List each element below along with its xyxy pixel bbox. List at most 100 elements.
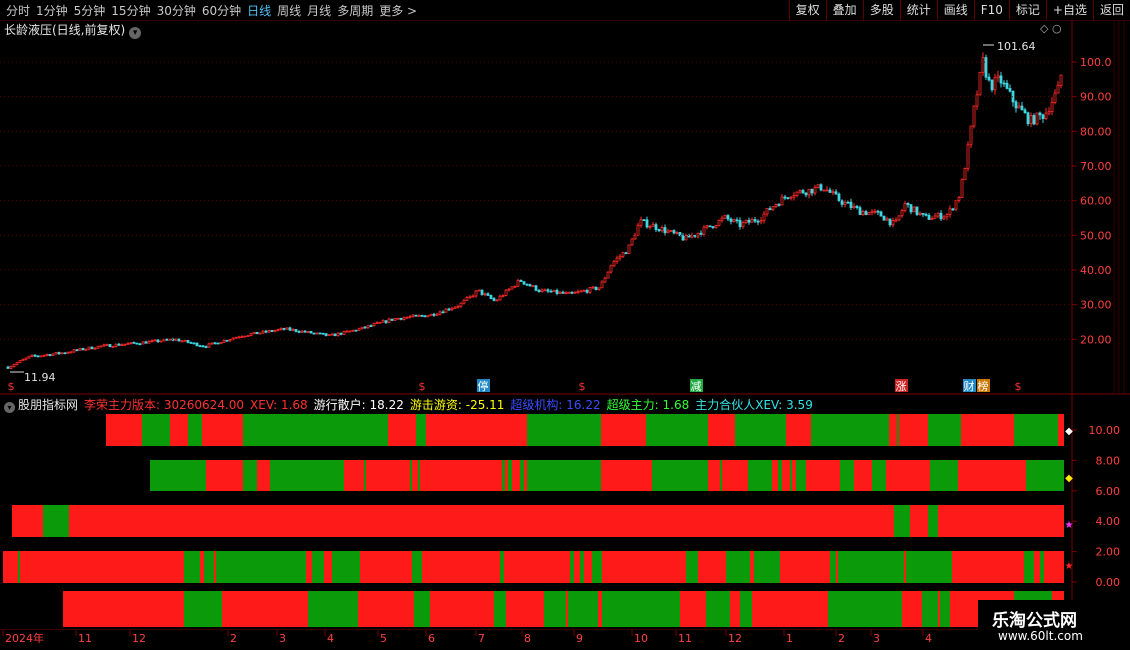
candle-body — [474, 290, 478, 297]
band-segment — [782, 460, 790, 491]
candle-body — [990, 79, 994, 91]
candle-body — [435, 313, 439, 316]
candle-body — [696, 232, 700, 237]
band-segment — [910, 505, 928, 537]
band-segment — [270, 460, 344, 491]
event-marker-3: $ — [579, 380, 586, 393]
candle-body — [456, 305, 460, 308]
band-segment — [958, 460, 1026, 491]
indicator-axis: 10.00 8.00 6.00 4.00 2.00 0.00 — [1072, 424, 1120, 589]
band-segment — [580, 551, 584, 583]
chevron-down-icon[interactable]: ▾ — [4, 402, 15, 413]
band-segment — [344, 460, 364, 491]
band-segment — [416, 414, 426, 446]
candle-body — [600, 281, 604, 289]
band-segment — [838, 551, 904, 583]
candle-body — [465, 297, 469, 301]
candle-body — [321, 332, 325, 335]
candle-body — [90, 346, 94, 350]
band-segment — [872, 460, 886, 491]
candle-body — [1029, 115, 1033, 125]
date-label: 5 — [380, 632, 387, 645]
candle-body — [567, 291, 571, 294]
price-tick-label: 70.00 — [1080, 160, 1112, 173]
candle-body — [111, 346, 115, 348]
candle-body — [393, 317, 397, 321]
candle-body — [282, 328, 286, 330]
band-segment — [806, 460, 840, 491]
candle-body — [711, 226, 715, 228]
band-segment — [69, 505, 894, 537]
band-segment — [200, 551, 204, 583]
candle-body — [240, 336, 244, 338]
candle-body — [669, 230, 673, 232]
candle-body — [1002, 82, 1006, 85]
price-tick-label: 60.00 — [1080, 195, 1112, 208]
candle-body — [141, 341, 145, 345]
candle-body — [528, 284, 532, 287]
candle-body — [225, 339, 229, 342]
candle-body — [924, 213, 928, 216]
candle-body — [858, 207, 862, 215]
band-segment — [63, 591, 184, 627]
candle-body — [300, 330, 304, 333]
candle-body — [621, 252, 625, 257]
candle-body — [648, 226, 652, 228]
candle-body — [723, 215, 727, 219]
band-segment — [512, 460, 520, 491]
candle-body — [462, 299, 466, 304]
candle-body — [987, 76, 991, 81]
candle-body — [318, 332, 322, 335]
candle-body — [1059, 74, 1063, 86]
candle-body — [402, 317, 406, 320]
candle-body — [759, 220, 763, 223]
candle-body — [804, 192, 808, 196]
indicator-name[interactable]: 股朋指标网 — [18, 398, 78, 412]
candle-body — [957, 197, 961, 201]
candle-body — [1053, 92, 1057, 103]
date-label: 2 — [230, 632, 237, 645]
band-segment — [584, 551, 592, 583]
candle-body — [204, 346, 208, 348]
candle-body — [345, 330, 349, 333]
indicator-label-0: 李荣主力版本: 30260624.00 — [84, 398, 245, 412]
candle-body — [48, 354, 52, 356]
candle-body — [834, 191, 838, 195]
candle-body — [516, 279, 520, 287]
candle-body — [375, 322, 379, 325]
band-segment — [902, 591, 922, 627]
candle-body — [18, 360, 22, 364]
candle-body — [483, 293, 487, 296]
candle-body — [894, 219, 898, 222]
band-segment — [601, 460, 652, 491]
band-segment — [504, 551, 570, 583]
candle-body — [624, 252, 628, 255]
candle-body — [75, 349, 79, 352]
candle-body — [915, 206, 919, 215]
band-segment — [214, 551, 216, 583]
candle-body — [594, 286, 598, 290]
candle-body — [951, 208, 955, 211]
band-segment — [520, 460, 524, 491]
candle-body — [735, 219, 739, 222]
candle-body — [189, 342, 193, 344]
candle-body — [1035, 112, 1039, 125]
candle-body — [714, 225, 718, 228]
candle-body — [609, 265, 613, 273]
candle-body — [78, 348, 82, 351]
watermark-url: www.60lt.com — [998, 629, 1083, 643]
candle-body — [984, 57, 988, 78]
candle-body — [579, 290, 583, 293]
event-marker-7: 榜 — [978, 379, 989, 393]
date-label: 4 — [327, 632, 334, 645]
candle-body — [954, 200, 958, 210]
band-segment — [506, 591, 544, 627]
band-segment — [12, 505, 43, 537]
event-marker-8: $ — [1015, 380, 1022, 393]
candle-body — [693, 234, 697, 237]
indicator-tick-label: 0.00 — [1096, 576, 1121, 589]
event-marker-1: $ — [419, 380, 426, 393]
indicator-label-3: 游击游资: -25.11 — [409, 398, 505, 412]
candle-body — [1050, 102, 1054, 112]
band-segment — [243, 460, 257, 491]
